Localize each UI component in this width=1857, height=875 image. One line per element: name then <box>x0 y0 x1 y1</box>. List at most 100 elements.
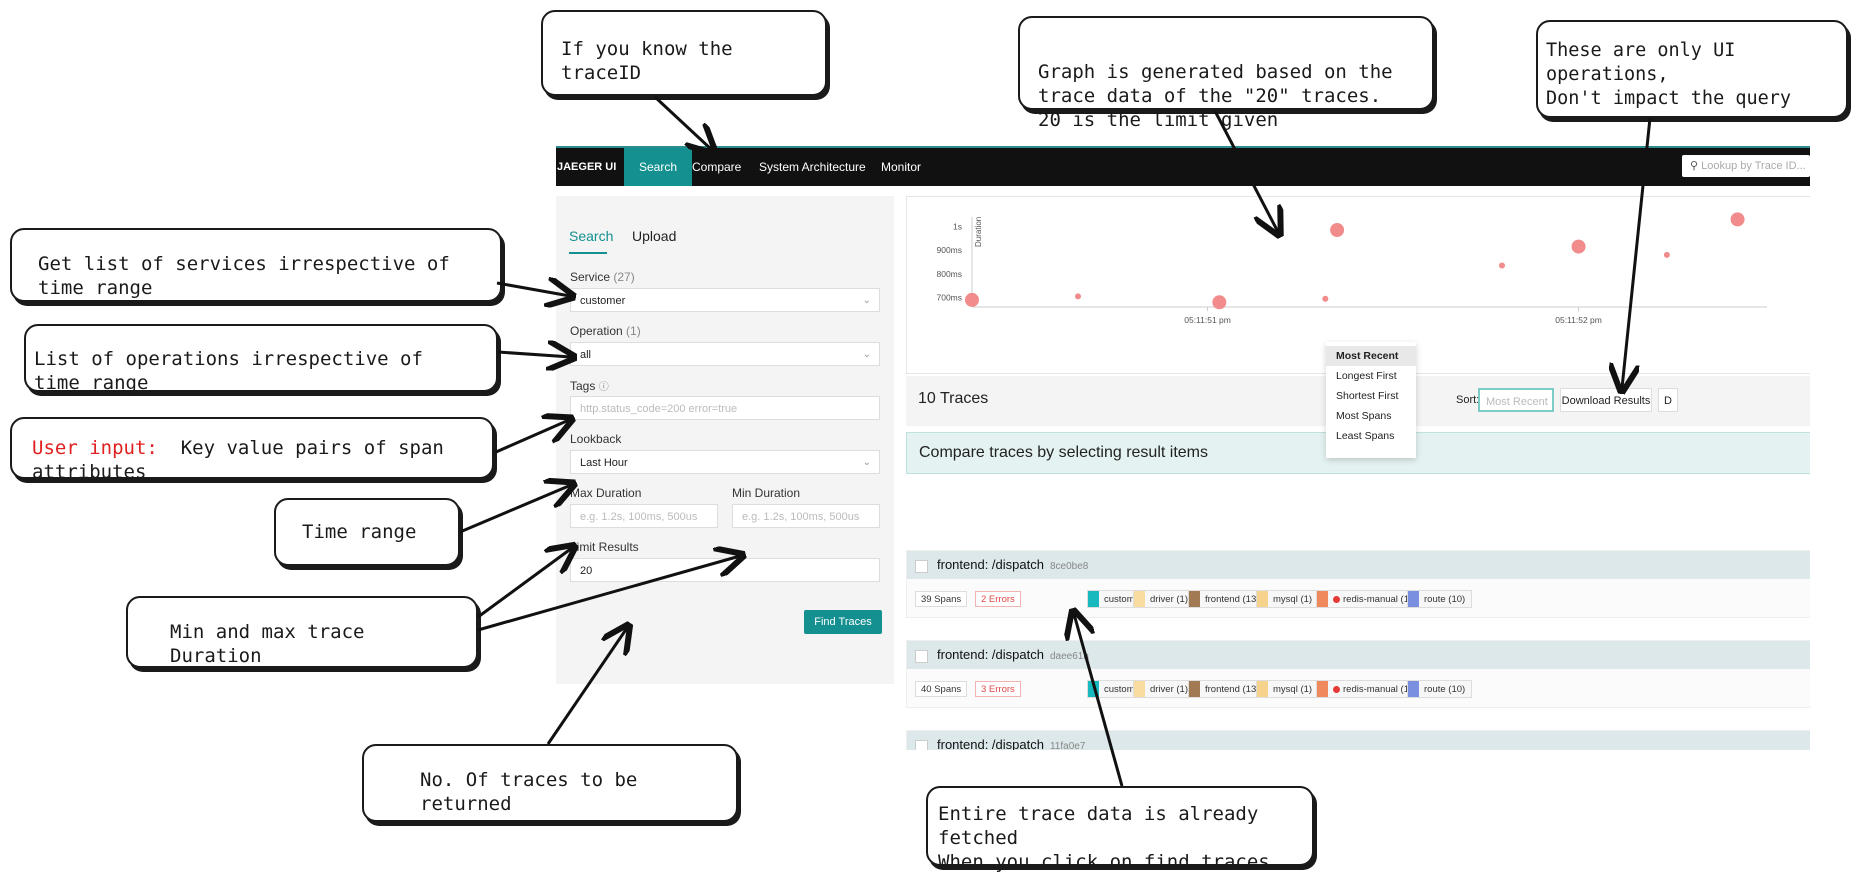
service-tag: route (10) <box>1407 590 1473 608</box>
trace-point[interactable] <box>1663 251 1670 258</box>
sort-label: Sort: <box>1456 394 1480 406</box>
service-label: Service (27) <box>570 270 635 284</box>
trace-title[interactable]: frontend: /dispatch 11fa0e7 <box>937 737 1085 750</box>
service-tag: driver (1) <box>1133 590 1196 608</box>
callout-services: Get list of services irrespective of tim… <box>10 228 502 302</box>
min-duration-input[interactable]: e.g. 1.2s, 100ms, 500us <box>732 504 880 528</box>
sort-option-longest-first[interactable]: Longest First <box>1326 366 1416 386</box>
sort-select[interactable]: Most Recent <box>1478 388 1554 412</box>
top-nav: JAEGER UI Search Compare System Architec… <box>556 146 1810 186</box>
trace-point[interactable] <box>1330 223 1345 238</box>
chevron-down-icon: ⌄ <box>862 349 871 360</box>
service-color-swatch <box>1189 591 1200 607</box>
error-icon <box>1333 686 1340 693</box>
trace-title[interactable]: frontend: /dispatch daee61a <box>937 647 1089 662</box>
trace-row[interactable]: frontend: /dispatch 8ce0be8 39 Spans 2 Er… <box>906 550 1810 618</box>
limit-input[interactable]: 20 <box>570 558 880 582</box>
lookback-select[interactable]: Last Hour ⌄ <box>570 450 880 474</box>
tab-underline <box>569 252 607 254</box>
trace-title[interactable]: frontend: /dispatch 8ce0be8 <box>937 557 1088 572</box>
sort-option-least-spans[interactable]: Least Spans <box>1326 426 1416 446</box>
y-axis-label: Duration <box>974 217 983 247</box>
brand-logo[interactable]: JAEGER UI <box>557 148 616 186</box>
trace-row[interactable]: frontend: /dispatch daee61a 40 Spans 3 Er… <box>906 640 1810 708</box>
service-tag: frontend (13) <box>1188 590 1267 608</box>
service-tag: route (10) <box>1407 680 1473 698</box>
callout-operations: List of operations irrespective of time … <box>24 324 498 394</box>
service-color-swatch <box>1134 591 1145 607</box>
nav-search[interactable]: Search <box>624 148 693 186</box>
y-tick-label: 1s <box>953 221 962 231</box>
arrow-time-range <box>459 485 571 534</box>
user-input-label: User input: <box>32 437 158 459</box>
trace-point[interactable] <box>965 292 979 307</box>
y-tick-label: 900ms <box>936 245 962 255</box>
operation-select[interactable]: all ⌄ <box>570 342 880 366</box>
service-tag: driver (1) <box>1133 680 1196 698</box>
service-select[interactable]: customer ⌄ <box>570 288 880 312</box>
service-tag: mysql (1) <box>1256 590 1320 608</box>
trace-point[interactable] <box>1730 212 1745 227</box>
min-duration-label: Min Duration <box>732 486 801 500</box>
service-tag: mysql (1) <box>1256 680 1320 698</box>
service-color-swatch <box>1088 681 1099 697</box>
trace-checkbox[interactable] <box>915 560 928 573</box>
operation-label: Operation (1) <box>570 324 641 338</box>
trace-point[interactable] <box>1571 239 1586 254</box>
info-icon: ⓘ <box>598 382 609 393</box>
download-results-button[interactable]: Download Results <box>1560 388 1652 412</box>
service-color-swatch <box>1317 681 1328 697</box>
tags-input[interactable]: http.status_code=200 error=true <box>570 396 880 420</box>
trace-id: daee61a <box>1049 651 1089 662</box>
callout-ui-ops: These are only UI operations, Don't impa… <box>1536 20 1848 118</box>
tags-label: Tags ⓘ <box>570 379 609 393</box>
trace-point[interactable] <box>1075 293 1081 300</box>
tab-upload[interactable]: Upload <box>632 228 676 244</box>
nav-compare[interactable]: Compare <box>692 148 741 186</box>
trace-point[interactable] <box>1212 295 1227 310</box>
span-count-badge: 40 Spans <box>915 681 968 697</box>
service-color-swatch <box>1408 591 1419 607</box>
more-button[interactable]: D <box>1658 388 1678 412</box>
sort-dropdown: Most Recent Longest First Shortest First… <box>1326 342 1416 458</box>
callout-fetched: Entire trace data is already fetched Whe… <box>926 786 1314 873</box>
trace-checkbox[interactable] <box>915 740 928 750</box>
jaeger-app: JAEGER UI Search Compare System Architec… <box>556 146 1810 750</box>
trace-count: 10 Traces <box>918 390 989 407</box>
find-traces-button[interactable]: Find Traces <box>804 610 882 634</box>
trace-checkbox[interactable] <box>915 650 928 663</box>
error-count-badge: 3 Errors <box>975 681 1021 697</box>
chevron-down-icon: ⌄ <box>862 457 871 468</box>
error-count-badge: 2 Errors <box>975 591 1021 607</box>
service-color-swatch <box>1134 681 1145 697</box>
y-tick-label: 800ms <box>936 269 962 279</box>
sort-option-most-spans[interactable]: Most Spans <box>1326 406 1416 426</box>
lookback-label: Lookback <box>570 432 622 446</box>
max-duration-label: Max Duration <box>570 486 642 500</box>
nav-system-architecture[interactable]: System Architecture <box>759 148 866 186</box>
callout-trace-id: If you know the traceID <box>541 10 827 96</box>
callout-graph: Graph is generated based on the trace da… <box>1018 16 1434 131</box>
service-tag: frontend (13) <box>1188 680 1267 698</box>
arrow-trace-id <box>653 95 712 150</box>
lookup-trace-input[interactable]: ⚲ Lookup by Trace ID... <box>1682 155 1810 177</box>
search-icon: ⚲ <box>1690 160 1699 172</box>
sort-option-shortest-first[interactable]: Shortest First <box>1326 386 1416 406</box>
service-color-swatch <box>1257 591 1268 607</box>
x-tick-label: 05:11:51 pm <box>1184 315 1231 325</box>
max-duration-input[interactable]: e.g. 1.2s, 100ms, 500us <box>570 504 718 528</box>
limit-label: Limit Results <box>570 540 639 554</box>
service-color-swatch <box>1317 591 1328 607</box>
tab-search[interactable]: Search <box>569 228 613 244</box>
nav-monitor[interactable]: Monitor <box>881 148 921 186</box>
sort-option-most-recent[interactable]: Most Recent <box>1326 346 1416 366</box>
trace-row[interactable]: frontend: /dispatch11fa0e7 39 Spans 2 Er… <box>906 730 1810 750</box>
trace-point[interactable] <box>1499 262 1505 269</box>
chevron-down-icon: ⌄ <box>862 295 871 306</box>
trace-point[interactable] <box>1322 295 1329 302</box>
trace-id: 11fa0e7 <box>1049 741 1086 750</box>
callout-duration: Min and max trace Duration <box>126 596 478 668</box>
service-color-swatch <box>1088 591 1099 607</box>
service-color-swatch <box>1408 681 1419 697</box>
search-form: Search Upload Service (27) customer ⌄ Op… <box>556 196 894 684</box>
